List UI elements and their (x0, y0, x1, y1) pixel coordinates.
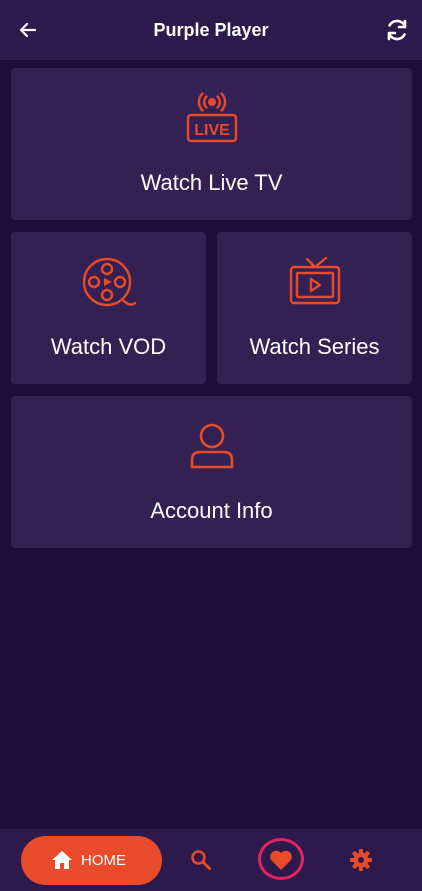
tile-account-info[interactable]: Account Info (11, 396, 412, 548)
gear-icon (350, 849, 372, 871)
favorites-button[interactable] (269, 849, 293, 876)
page-title: Purple Player (153, 20, 269, 40)
tile-label: Watch Live TV (140, 170, 283, 195)
live-tv-icon: LIVE (186, 92, 238, 143)
arrow-left-icon (19, 22, 37, 38)
refresh-button[interactable] (384, 17, 410, 43)
user-icon (190, 423, 234, 469)
settings-button[interactable] (349, 848, 373, 877)
refresh-icon (387, 19, 407, 41)
tv-play-icon (289, 256, 341, 305)
tile-label: Watch VOD (50, 334, 167, 359)
home-button[interactable]: HOME (21, 836, 162, 885)
film-reel-icon (82, 257, 136, 307)
tile-watch-live-tv[interactable]: LIVE Watch Live TV (11, 68, 412, 220)
tile-label: Account Info (150, 498, 273, 523)
home-label: HOME (81, 852, 126, 869)
home-icon (52, 851, 72, 869)
tile-watch-series[interactable]: Watch Series (217, 232, 412, 384)
tile-watch-vod[interactable]: Watch VOD (11, 232, 206, 384)
svg-text:LIVE: LIVE (194, 122, 230, 139)
back-button[interactable] (16, 18, 40, 42)
tile-label: Watch Series (249, 334, 380, 359)
search-button[interactable] (190, 849, 212, 876)
heart-icon (270, 850, 292, 870)
top-app-bar: Purple Player (0, 0, 422, 60)
search-icon (191, 850, 211, 870)
